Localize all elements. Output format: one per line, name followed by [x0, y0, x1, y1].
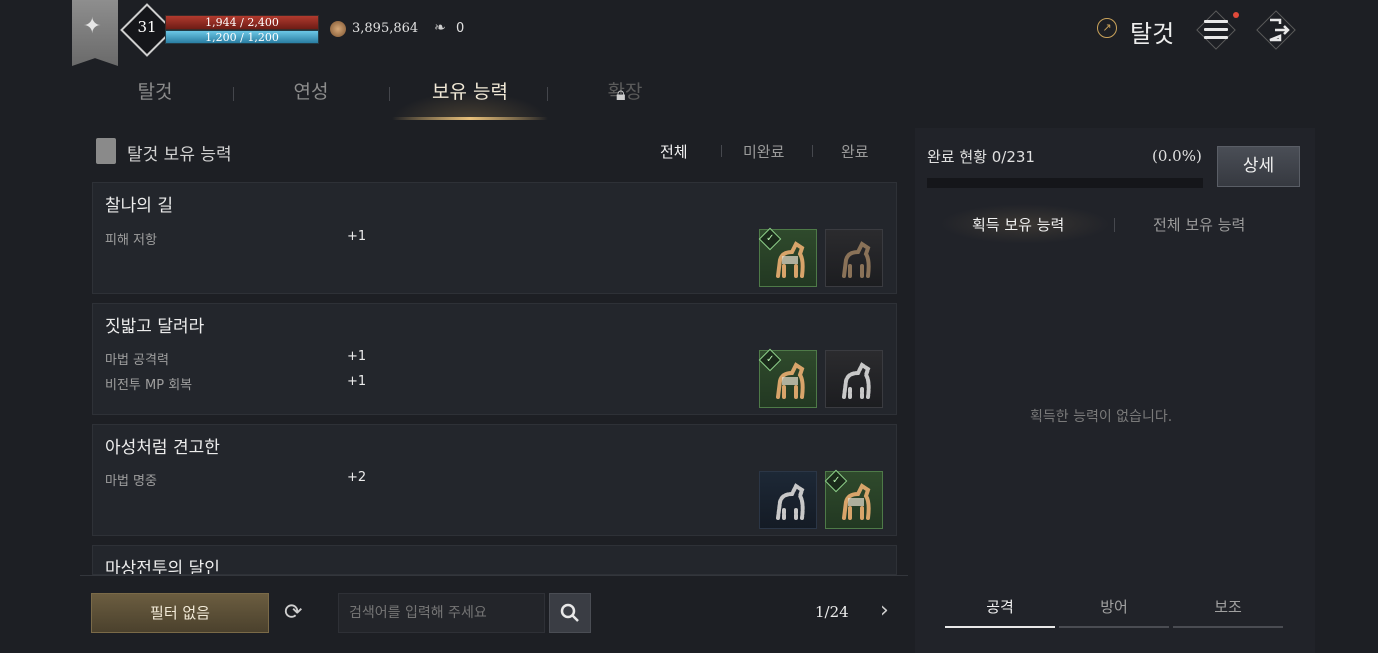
card-title: 찰나의 길 — [105, 196, 173, 216]
filter-all[interactable]: 전체 — [660, 141, 688, 162]
stat-value: +1 — [347, 374, 367, 389]
gold-amount: 3,895,864 — [352, 21, 419, 36]
filter-incomplete[interactable]: 미완료 — [743, 141, 784, 162]
mount-slot[interactable] — [825, 229, 883, 287]
tab-acquired-abilities[interactable]: 획득 보유 능력 — [972, 214, 1064, 235]
tab-separator — [1114, 218, 1115, 232]
card-title: 짓밟고 달려라 — [105, 317, 205, 337]
stat-value: +1 — [347, 349, 367, 364]
mount-slot[interactable]: ✓ — [758, 227, 817, 287]
mp-bar: 1,200 / 1,200 — [165, 30, 319, 44]
filter-button[interactable]: 필터 없음 — [91, 593, 269, 633]
exit-icon — [1269, 18, 1290, 42]
stat-name: 피해 저항 — [105, 233, 157, 248]
page-title: 탈것 — [1130, 20, 1175, 48]
tab-mount[interactable]: 탈것 — [80, 80, 230, 120]
tab-underline — [1059, 626, 1169, 628]
tab-support[interactable]: 보조 — [1173, 596, 1283, 617]
progress-percent: (0.0%) — [1152, 147, 1202, 165]
stat-value: +2 — [347, 470, 367, 485]
mount-slot[interactable]: ✓ — [758, 348, 817, 408]
mount-slot[interactable]: ✓ — [824, 469, 883, 529]
exit-button[interactable] — [1256, 10, 1296, 50]
filter-separator — [812, 145, 813, 157]
mount-slot[interactable] — [825, 350, 883, 408]
section-title: 탈것 보유 능력 — [127, 145, 232, 165]
tab-defense[interactable]: 방어 — [1059, 596, 1169, 617]
divider — [80, 575, 908, 576]
tab-underline — [1173, 626, 1283, 628]
brown-horse-icon — [842, 241, 871, 278]
mount-slot[interactable] — [759, 471, 817, 529]
guild-banner[interactable]: ✦ — [72, 0, 118, 66]
search-input[interactable] — [338, 593, 545, 633]
next-page-icon[interactable]: › — [880, 598, 889, 623]
level-number: 31 — [137, 18, 157, 36]
lock-icon: 🔒︎ — [616, 84, 626, 105]
progress-bar — [927, 178, 1203, 188]
tab-separator — [389, 87, 390, 101]
refresh-icon[interactable]: ⟳ — [284, 600, 302, 625]
hamburger-menu-icon — [1204, 20, 1228, 44]
star-emblem-icon: ✦ — [83, 14, 102, 39]
book-icon — [96, 138, 116, 164]
card-title: 마상전투의 달인 — [105, 559, 220, 575]
notification-dot — [1233, 12, 1239, 18]
stat-name: 마법 공격력 — [105, 353, 169, 368]
search-icon — [560, 603, 579, 622]
tab-synthesis[interactable]: 연성 — [236, 80, 386, 120]
menu-button[interactable] — [1196, 10, 1236, 50]
stat-name: 비전투 MP 회복 — [105, 378, 193, 393]
page-indicator: 1/24 — [815, 603, 849, 621]
tab-separator — [547, 87, 548, 101]
card-title: 아성처럼 견고한 — [105, 438, 220, 458]
wing-amount: 0 — [456, 21, 465, 36]
tab-all-abilities[interactable]: 전체 보유 능력 — [1153, 214, 1245, 235]
zebra-icon — [842, 362, 871, 399]
external-link-icon[interactable]: ↗ — [1097, 18, 1117, 38]
ability-card[interactable]: 찰나의 길 피해 저항 +1 ✓ — [92, 182, 897, 294]
tab-underline — [945, 626, 1055, 628]
search-button[interactable] — [549, 593, 591, 633]
ability-card[interactable]: 짓밟고 달려라 마법 공격력 +1 비전투 MP 회복 +1 ✓ — [92, 303, 897, 415]
tab-separator — [233, 87, 234, 101]
tab-attack[interactable]: 공격 — [945, 596, 1055, 617]
ability-card[interactable]: 아성처럼 견고한 마법 명중 +2 ✓ — [92, 424, 897, 536]
empty-message: 획득한 능력이 없습니다. — [1030, 409, 1173, 425]
tab-owned-abilities[interactable]: 보유 능력 — [392, 80, 548, 120]
filter-complete[interactable]: 완료 — [841, 141, 869, 162]
hp-bar: 1,944 / 2,400 — [165, 15, 319, 30]
detail-button[interactable]: 상세 — [1217, 146, 1300, 187]
zebra-icon — [776, 483, 805, 520]
gold-coin-icon — [330, 21, 346, 37]
active-tab-underline — [392, 117, 548, 120]
mp-text: 1,200 / 1,200 — [205, 31, 279, 44]
progress-label: 완료 현황 0/231 — [927, 148, 1035, 166]
stat-name: 마법 명중 — [105, 474, 157, 489]
hp-text: 1,944 / 2,400 — [205, 16, 279, 29]
ability-card[interactable]: 마상전투의 달인 — [92, 545, 897, 575]
stat-value: +1 — [347, 229, 367, 244]
wing-icon: ❧ — [434, 20, 446, 36]
filter-separator — [721, 145, 722, 157]
